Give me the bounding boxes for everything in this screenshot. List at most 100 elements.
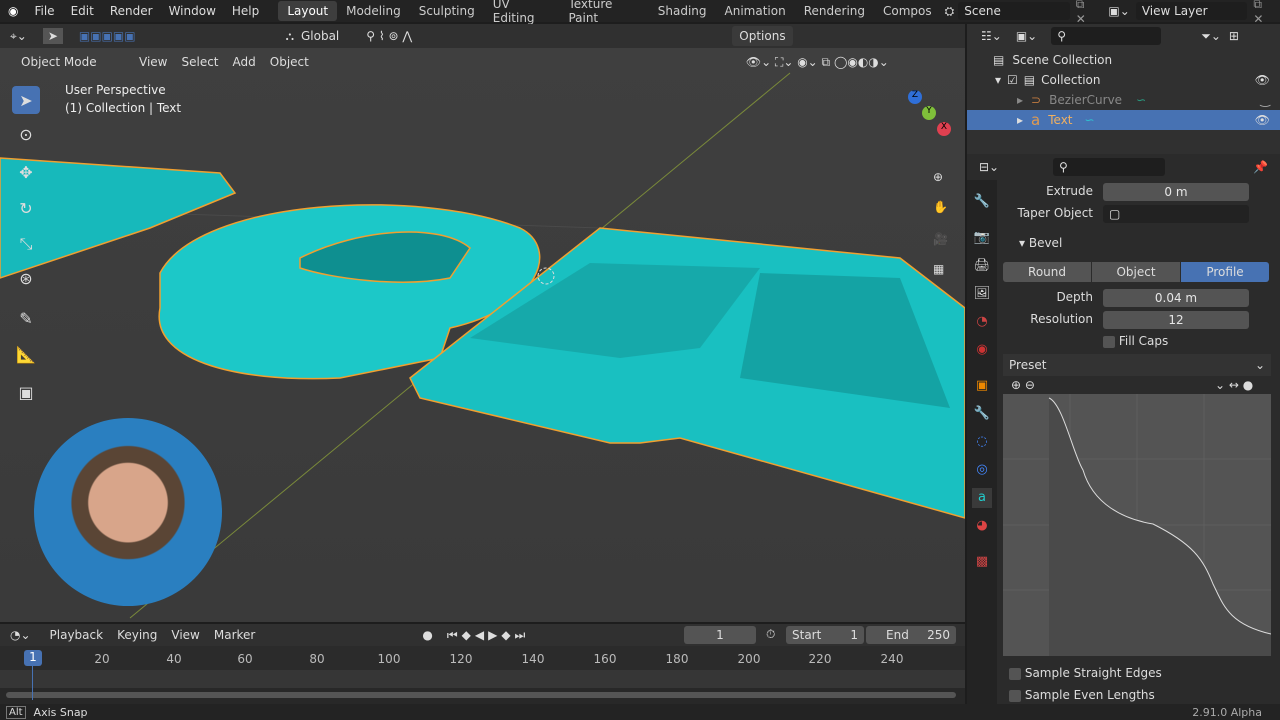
fill-caps-checkbox[interactable]: Fill Caps [1103, 334, 1168, 348]
record-icon[interactable]: ● [422, 628, 432, 642]
data-tab-icon[interactable]: a [972, 488, 992, 508]
view-layer-icon[interactable]: ▣⌄ [1102, 4, 1135, 18]
properties-search[interactable]: ⚲ [1053, 158, 1165, 176]
outliner-item-text[interactable]: ▸ a Text ∽ 👁 [967, 110, 1280, 130]
camera-icon[interactable]: 🎥 [933, 232, 948, 246]
curve-tools-icons[interactable]: ⌄ ↔ ● [1215, 378, 1253, 392]
new-collection-icon[interactable]: ⊞ [1229, 29, 1239, 43]
world-tab-icon[interactable]: ◉ [972, 340, 992, 360]
physics-tab-icon[interactable]: ◎ [972, 460, 992, 480]
tab-animation[interactable]: Animation [716, 1, 795, 21]
view-layer-tab-icon[interactable]: 🖼 [972, 284, 992, 304]
pivot-icon[interactable]: ⛬ [286, 29, 294, 44]
expand-icon[interactable]: ▾ [995, 73, 1001, 87]
menu-view[interactable]: View [132, 52, 174, 72]
end-frame-field[interactable]: End 250 [866, 626, 956, 644]
current-frame-field[interactable]: 1 [684, 626, 756, 644]
view-layer-selector[interactable]: View Layer [1135, 2, 1248, 20]
outliner-scene-collection[interactable]: ▤ Scene Collection [967, 50, 1280, 70]
menu-object[interactable]: Object [263, 52, 316, 72]
mode-dropdown[interactable]: Object Mode [14, 52, 132, 72]
start-frame-field[interactable]: Start 1 [786, 626, 864, 644]
new-scene-icon[interactable]: ⧉ ✕ [1070, 0, 1103, 26]
outliner-search[interactable]: ⚲ [1051, 27, 1162, 45]
render-tab-icon[interactable]: 📷 [972, 228, 992, 248]
snap-icons[interactable]: ⚲ ⌇ ⊚ ⋀ [366, 29, 412, 43]
outliner-item-beziercurve[interactable]: ▸ ⊃ BezierCurve ∽ ‿ [967, 90, 1280, 110]
timeline-scrollbar[interactable] [6, 692, 956, 698]
material-tab-icon[interactable]: ◕ [972, 516, 992, 536]
profile-curve-widget[interactable] [1003, 394, 1271, 656]
sample-even-lengths-checkbox[interactable]: Sample Even Lengths [1009, 688, 1155, 702]
sample-straight-edges-checkbox[interactable]: Sample Straight Edges [1009, 666, 1162, 680]
gizmo-y[interactable]: Y [922, 106, 936, 120]
timeline-channels[interactable] [0, 670, 965, 688]
tool-measure[interactable]: 📐 [12, 340, 40, 368]
tool-scale[interactable]: ⤡ [12, 230, 40, 258]
bevel-panel-header[interactable]: ▾ Bevel [1019, 236, 1062, 250]
tool-annotate[interactable]: ✎ [12, 304, 40, 332]
tab-rendering[interactable]: Rendering [795, 1, 874, 21]
editor-type-icon[interactable]: ◔⌄ [10, 628, 31, 642]
tool-transform[interactable]: ⊛ [12, 264, 40, 292]
output-tab-icon[interactable]: 🖨 [972, 256, 992, 276]
orientation-dropdown[interactable]: Global [294, 26, 346, 46]
playback-controls[interactable]: ⏮◆◀▶◆⏭ [447, 628, 530, 643]
menu-render[interactable]: Render [102, 4, 161, 18]
tab-compositing[interactable]: Compos [874, 1, 941, 21]
gizmo-x[interactable]: X [937, 122, 951, 136]
viewport-shading-icons[interactable]: 👁⌄ ⛶⌄ ◉⌄ ⧉ ◯◉◐◑⌄ [746, 55, 889, 70]
tab-modeling[interactable]: Modeling [337, 1, 410, 21]
extrude-field[interactable]: 0 m [1103, 183, 1249, 201]
outliner-item-collection[interactable]: ▾ ☑ ▤ Collection 👁 [967, 70, 1280, 90]
tool-tab-icon[interactable]: 🔧 [972, 192, 992, 212]
select-tool-icon[interactable]: ➤ [42, 28, 63, 44]
navigation-gizmo[interactable]: Z Y X [880, 88, 951, 158]
eye-icon[interactable]: 👁 [1255, 113, 1270, 127]
tab-sculpting[interactable]: Sculpting [410, 1, 484, 21]
menu-window[interactable]: Window [161, 4, 224, 18]
particles-tab-icon[interactable]: ◌ [972, 432, 992, 452]
new-view-layer-icon[interactable]: ⧉ ✕ [1247, 0, 1280, 26]
tool-add-cube[interactable]: ▣ [12, 378, 40, 406]
filter-icon-left[interactable]: ▣⌄ [1016, 29, 1037, 43]
expand-icon[interactable]: ▸ [1017, 113, 1023, 127]
3d-viewport[interactable]: User Perspective (1) Collection | Text Z… [0, 48, 965, 622]
timeline-view-menu[interactable]: View [164, 625, 206, 645]
menu-edit[interactable]: Edit [63, 4, 102, 18]
scene-selector[interactable]: Scene [958, 2, 1070, 20]
depth-field[interactable]: 0.04 m [1103, 289, 1249, 307]
modifier-tab-icon[interactable]: 🔧 [972, 404, 992, 424]
texture-tab-icon[interactable]: ▩ [972, 552, 992, 572]
expand-icon[interactable]: ▸ [1017, 93, 1023, 107]
zoom-icon[interactable]: ⊕ [933, 170, 943, 184]
tool-cursor[interactable]: ⊙ [12, 120, 40, 148]
playback-menu[interactable]: Playback [43, 625, 111, 645]
eye-icon[interactable]: 👁 [1255, 73, 1270, 87]
bevel-mode-object[interactable]: Object [1092, 262, 1180, 282]
marker-menu[interactable]: Marker [207, 625, 262, 645]
scene-tab-icon[interactable]: ◔ [972, 312, 992, 332]
tab-layout[interactable]: Layout [278, 1, 338, 21]
keying-menu[interactable]: Keying [110, 625, 164, 645]
filter-icon[interactable]: ⏷⌄ [1201, 29, 1221, 44]
preset-dropdown[interactable]: Preset ⌄ [1003, 354, 1271, 376]
object-tab-icon[interactable]: ▣ [972, 376, 992, 396]
menu-add[interactable]: Add [226, 52, 263, 72]
tool-move[interactable]: ✥ [12, 158, 40, 186]
tool-select[interactable]: ➤ [12, 86, 40, 114]
zoom-in-out-icons[interactable]: ⊕ ⊖ [1011, 378, 1035, 392]
tab-shading[interactable]: Shading [649, 1, 716, 21]
gizmo-z[interactable]: Z [908, 90, 922, 104]
editor-type-icon[interactable]: ⌖⌄ [10, 29, 27, 44]
select-mode-icons[interactable]: ▣▣▣▣▣ [79, 29, 136, 43]
checkbox-icon[interactable]: ☑ [1007, 73, 1018, 87]
playhead[interactable]: 1 [24, 650, 42, 666]
scene-icon[interactable]: ⛭ [941, 4, 959, 19]
menu-select[interactable]: Select [174, 52, 225, 72]
bevel-mode-profile[interactable]: Profile [1181, 262, 1269, 282]
pin-icon[interactable]: 📌 [1253, 160, 1268, 174]
blender-logo-icon[interactable]: ◉ [0, 4, 26, 18]
tool-rotate[interactable]: ↻ [12, 194, 40, 222]
taper-object-field[interactable]: ▢ [1103, 205, 1249, 223]
